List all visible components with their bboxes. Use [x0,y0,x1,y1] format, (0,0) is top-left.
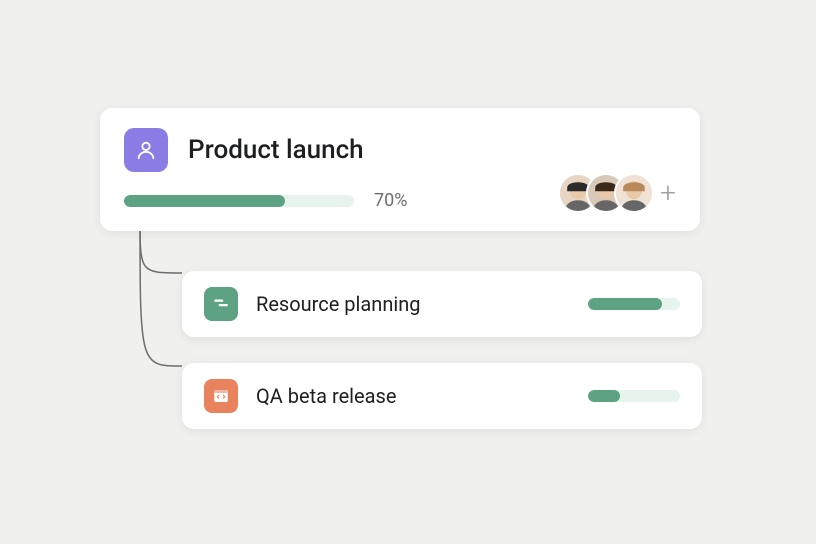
list-icon [204,287,238,321]
child-goal-card[interactable]: Resource planning [182,271,702,337]
code-icon [204,379,238,413]
child-goal-title: QA beta release [256,384,570,408]
progress-bar [124,195,354,207]
add-collaborator-button[interactable]: + [660,179,676,207]
collaborator-avatars: + [570,173,676,213]
progress-percent-label: 70% [374,190,407,211]
person-icon [124,128,168,172]
avatar[interactable] [614,173,654,213]
parent-goal-card[interactable]: Product launch 70% + [100,108,700,231]
child-goal-title: Resource planning [256,292,570,316]
child-goal-card[interactable]: QA beta release [182,363,702,429]
parent-goal-title: Product launch [188,135,364,165]
progress-bar [588,298,680,310]
progress-bar [588,390,680,402]
